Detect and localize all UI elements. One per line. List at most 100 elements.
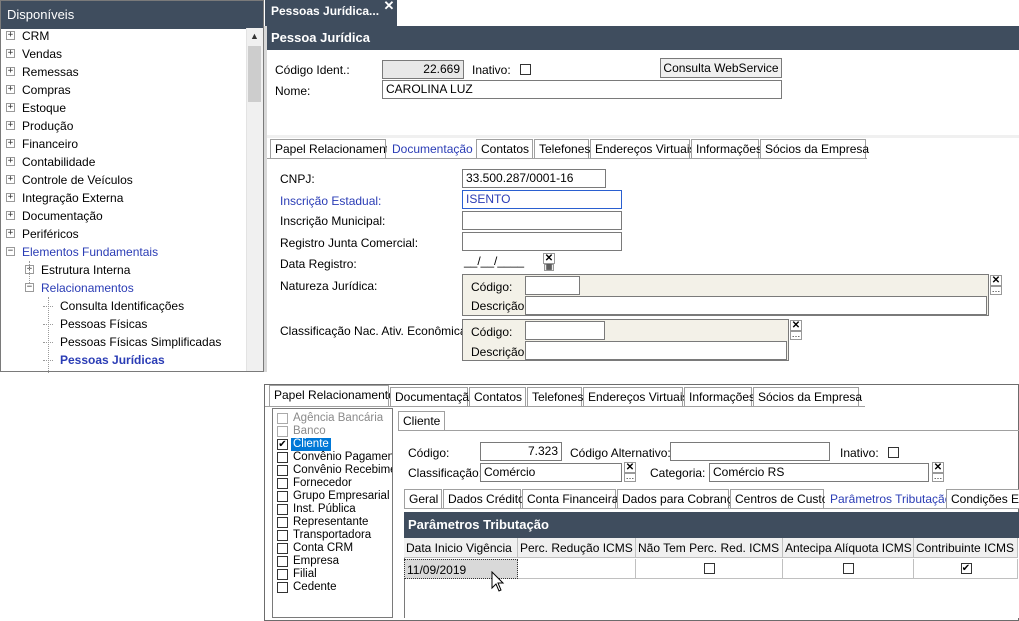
cliente-codigo-field[interactable]: 7.323 <box>480 442 562 461</box>
tab-dados-para-cobranca[interactable]: Dados para Cobrança <box>617 489 739 509</box>
list-item[interactable]: Transportadora <box>277 529 392 542</box>
role-checkbox[interactable] <box>277 504 288 515</box>
grid-checkbox[interactable] <box>843 563 854 574</box>
list-item[interactable]: Cedente <box>277 581 392 594</box>
table-cell[interactable] <box>783 559 914 579</box>
list-item[interactable]: Inst. Pública <box>277 503 392 516</box>
sidebar-item[interactable]: + Compras <box>0 81 246 99</box>
column-header[interactable]: Data Inicio Vigência <box>404 538 518 558</box>
inscricao-estadual-field[interactable]: ISENTO <box>462 190 622 209</box>
sidebar-item[interactable]: + Financeiro <box>0 135 246 153</box>
expand-icon[interactable]: + <box>6 139 15 148</box>
expand-icon[interactable]: + <box>6 67 15 76</box>
codigo-ident-field[interactable]: 22.669 <box>382 60 464 79</box>
tab-documentacao[interactable]: Documentação <box>387 139 475 159</box>
table-cell[interactable] <box>636 559 783 579</box>
sidebar-item[interactable]: + Estrutura Interna <box>0 261 246 279</box>
tab-geral[interactable]: Geral <box>404 489 442 509</box>
expand-icon[interactable]: + <box>6 31 15 40</box>
role-checkbox[interactable] <box>277 582 288 593</box>
consulta-webservice-button[interactable]: Consulta WebService <box>660 58 782 78</box>
tab-socios-da-empresa[interactable]: Sócios da Empresa <box>753 387 862 407</box>
expand-icon[interactable]: + <box>6 121 15 130</box>
calendar-icon[interactable]: ▦ <box>544 264 554 271</box>
role-checkbox[interactable] <box>277 465 288 476</box>
categoria-field[interactable]: Comércio RS <box>709 463 929 482</box>
sidebar-item[interactable]: + Controle de Veículos <box>0 171 246 189</box>
tab-socios-da-empresa[interactable]: Sócios da Empresa <box>760 139 869 159</box>
close-icon[interactable]: ✕ <box>382 0 396 14</box>
tab-parametros-tributacao[interactable]: Parâmetros Tributação <box>825 489 951 509</box>
sidebar-item[interactable]: Pessoas Físicas <box>0 315 246 333</box>
sidebar-item[interactable]: + CRM <box>0 27 246 45</box>
tab-condicoes-esp[interactable]: Condições Esp <box>946 489 1019 509</box>
clear-date-icon[interactable]: ✕ <box>543 253 555 264</box>
scrollbar-thumb[interactable] <box>248 46 261 102</box>
role-checkbox[interactable] <box>277 413 288 424</box>
expand-icon[interactable]: + <box>6 49 15 58</box>
inativo-checkbox[interactable] <box>520 64 531 75</box>
tab-dados-credito[interactable]: Dados Crédito <box>443 489 525 509</box>
expand-icon[interactable]: + <box>6 157 15 166</box>
role-checkbox[interactable]: ✔ <box>277 439 288 450</box>
sidebar-item[interactable]: + Produção <box>0 117 246 135</box>
natureza-codigo-field[interactable] <box>525 276 580 295</box>
sidebar-item[interactable]: + Vendas <box>0 45 246 63</box>
tab-cliente[interactable]: Cliente <box>398 411 446 431</box>
tab-documentacao[interactable]: Documentação <box>390 387 476 407</box>
sidebar-item[interactable]: − Elementos Fundamentais <box>0 243 246 261</box>
tab-papel-relacionamento[interactable]: Papel Relacionamento <box>269 385 395 407</box>
tab-telefones[interactable]: Telefones <box>527 387 583 407</box>
list-item[interactable]: Banco <box>277 425 392 438</box>
column-header[interactable]: Contribuinte ICMS <box>914 538 1018 558</box>
lookup-categoria-icon[interactable]: … <box>932 472 944 482</box>
list-item[interactable]: Fornecedor <box>277 477 392 490</box>
codigo-alternativo-field[interactable] <box>670 442 830 461</box>
collapse-icon[interactable]: − <box>25 283 34 292</box>
sidebar-item[interactable]: + Integração Externa <box>0 189 246 207</box>
list-item[interactable]: ✔ Cliente <box>277 438 392 451</box>
expand-icon[interactable]: + <box>6 229 15 238</box>
tab-contatos[interactable]: Contatos <box>469 387 526 407</box>
natureza-descricao-field[interactable] <box>525 296 987 315</box>
expand-icon[interactable]: + <box>6 175 15 184</box>
expand-icon[interactable]: + <box>6 103 15 112</box>
column-header[interactable]: Não Tem Perc. Red. ICMS <box>636 538 783 558</box>
sidebar-item[interactable]: + Periféricos <box>0 225 246 243</box>
cnpj-field[interactable]: 33.500.287/0001-16 <box>462 169 606 188</box>
nome-field[interactable]: CAROLINA LUZ <box>382 80 782 99</box>
list-item[interactable]: Conta CRM <box>277 542 392 555</box>
list-item[interactable]: Representante <box>277 516 392 529</box>
cliente-inativo-checkbox[interactable] <box>888 447 899 458</box>
list-item[interactable]: Empresa <box>277 555 392 568</box>
tab-papel-relacionamento[interactable]: Papel Relacionamento <box>270 139 396 159</box>
role-checkbox[interactable] <box>277 517 288 528</box>
grid-checkbox[interactable]: ✔ <box>960 563 972 574</box>
cnae-descricao-field[interactable] <box>525 341 787 360</box>
role-checkbox[interactable] <box>277 530 288 541</box>
list-item[interactable]: Agência Bancária <box>277 412 392 425</box>
splitter[interactable] <box>264 26 267 372</box>
tab-contatos[interactable]: Contatos <box>476 139 533 159</box>
role-checkbox[interactable] <box>277 452 288 463</box>
sidebar-item[interactable]: + Contabilidade <box>0 153 246 171</box>
data-registro-field[interactable]: __/__/____ <box>462 253 542 272</box>
tab-enderecos-virtuais[interactable]: Endereços Virtuais <box>590 139 696 159</box>
tab-informacoes[interactable]: Informações <box>691 139 762 159</box>
column-header[interactable]: Perc. Redução ICMS <box>518 538 636 558</box>
tab-telefones[interactable]: Telefones <box>534 139 590 159</box>
tab-centros-de-custo[interactable]: Centros de Custo <box>730 489 828 509</box>
document-tab[interactable]: Pessoas Jurídica... <box>265 0 397 26</box>
grid-checkbox[interactable] <box>704 563 715 574</box>
sidebar-item[interactable]: + Estoque <box>0 99 246 117</box>
list-item[interactable]: Filial <box>277 568 392 581</box>
registro-junta-field[interactable] <box>462 232 622 251</box>
expand-icon[interactable]: + <box>6 211 15 220</box>
role-checkbox[interactable] <box>277 543 288 554</box>
lookup-classificacao-icon[interactable]: … <box>624 472 636 482</box>
scroll-up-icon[interactable]: ▲ <box>248 30 261 43</box>
expand-icon[interactable]: + <box>6 193 15 202</box>
role-checkbox[interactable] <box>277 491 288 502</box>
table-cell[interactable]: ✔ <box>914 559 1018 579</box>
inscricao-municipal-field[interactable] <box>462 211 622 230</box>
